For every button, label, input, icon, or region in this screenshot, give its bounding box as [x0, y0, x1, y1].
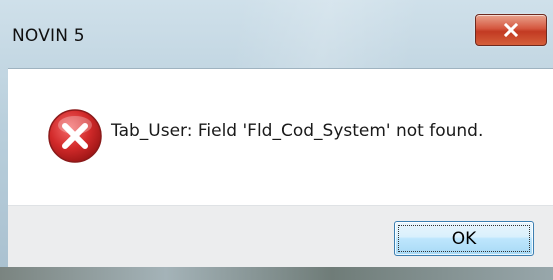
error-message: Tab_User: Field 'Fld_Cod_System' not fou… — [111, 121, 484, 141]
title-bar[interactable]: NOVIN 5 — [0, 0, 553, 68]
close-button[interactable] — [475, 14, 547, 46]
window-bottom-edge — [0, 267, 553, 280]
ok-button-label: OK — [451, 228, 477, 249]
dialog-window: NOVIN 5 Tab_User: Field 'Fld_Cod_System'… — [0, 0, 553, 280]
error-icon — [48, 109, 102, 163]
button-bar: OK — [8, 205, 553, 268]
ok-button[interactable]: OK — [394, 221, 534, 256]
window-title: NOVIN 5 — [12, 26, 85, 46]
dialog-content: Tab_User: Field 'Fld_Cod_System' not fou… — [8, 68, 553, 206]
close-x-icon — [503, 23, 519, 37]
